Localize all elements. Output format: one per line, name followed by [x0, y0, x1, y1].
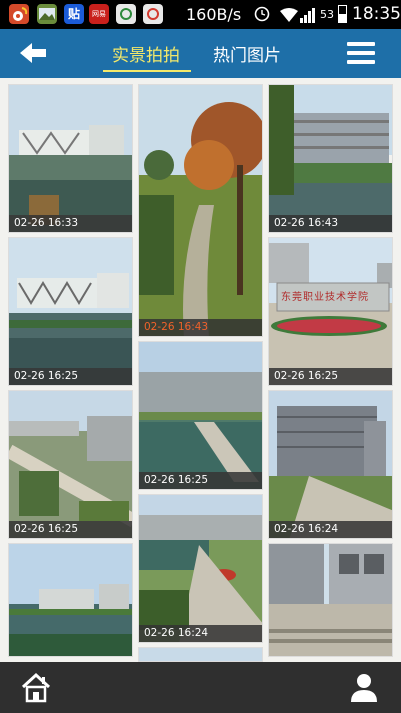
photo-aerial-campus [9, 391, 132, 538]
photo-building-over-water [9, 85, 132, 232]
status-bar: 贴 网易 160B/s 53 18:35 [0, 0, 401, 29]
photo-stairs-buildings [269, 544, 392, 656]
photo-tile[interactable]: 东莞职业技术学院 02-26 16:25 [268, 237, 393, 386]
back-button[interactable] [10, 35, 54, 71]
bottom-nav-bar [0, 662, 401, 713]
alarm-icon [253, 4, 271, 26]
photo-truss-building-lake [9, 238, 132, 385]
photo-tile[interactable]: 02-26 16:33 [8, 84, 133, 233]
browser-icon [143, 4, 163, 24]
college-sign-text: 东莞职业技术学院 [281, 292, 369, 303]
photo-timestamp: 02-26 16:25 [139, 472, 262, 489]
network-speed: 160B/s [186, 5, 242, 24]
photo-tile[interactable]: 02-26 16:24 [268, 390, 393, 539]
photo-bridge-pond [139, 342, 262, 489]
photo-tile[interactable]: 02-26 16:43 [138, 84, 263, 337]
profile-button[interactable] [348, 672, 380, 704]
photo-tile[interactable]: 02-26 16:43 [268, 84, 393, 233]
photo-tile[interactable]: 02-26 16:25 [138, 341, 263, 490]
netease-icon: 网易 [89, 4, 109, 24]
user-icon [351, 674, 377, 702]
photo-tile[interactable] [8, 543, 133, 657]
photo-timestamp: 02-26 16:24 [139, 625, 262, 642]
tab-hot-photos[interactable]: 热门图片 [213, 41, 281, 66]
photo-timestamp: 02-26 16:43 [139, 319, 262, 336]
menu-button[interactable] [344, 39, 378, 69]
home-icon [21, 672, 51, 703]
tieba-icon: 贴 [64, 4, 84, 24]
photo-tree-path [139, 85, 262, 336]
clock: 18:35 [352, 4, 401, 24]
photo-garden-plaza [139, 495, 262, 642]
home-button[interactable] [20, 672, 52, 704]
photo-timestamp: 02-26 16:33 [9, 215, 132, 232]
photo-grey-building [269, 391, 392, 538]
battery-percent: 53 [320, 8, 334, 21]
photo-tile[interactable]: 02-26 16:25 [8, 237, 133, 386]
photo-tile[interactable]: 02-26 16:25 [8, 390, 133, 539]
photo-lakeside-campus [9, 544, 132, 656]
photo-timestamp: 02-26 16:25 [269, 368, 392, 385]
gallery-icon [37, 4, 57, 24]
photo-gallery: 02-26 16:33 02-26 16:25 02-26 16:25 02-2… [0, 78, 401, 662]
photo-timestamp: 02-26 16:24 [269, 521, 392, 538]
tab-live-photos[interactable]: 实景拍拍 [112, 41, 180, 66]
back-arrow-icon [20, 43, 46, 63]
photo-timestamp: 02-26 16:25 [9, 521, 132, 538]
app-header: 实景拍拍 热门图片 [0, 29, 401, 78]
camera-icon [116, 4, 136, 24]
menu-icon [347, 42, 375, 46]
photo-timestamp: 02-26 16:25 [9, 368, 132, 385]
photo-tile[interactable]: 02-26 16:24 [138, 494, 263, 643]
active-tab-indicator [103, 70, 191, 72]
photo-building-lake [269, 85, 392, 232]
photo-tile[interactable] [138, 647, 263, 662]
photo-timestamp: 02-26 16:43 [269, 215, 392, 232]
wifi-signal-icon [278, 6, 318, 28]
battery-icon [338, 5, 347, 23]
photo-tile[interactable] [268, 543, 393, 657]
photo-college-sign-flowers [269, 238, 392, 385]
weibo-icon [9, 4, 29, 24]
